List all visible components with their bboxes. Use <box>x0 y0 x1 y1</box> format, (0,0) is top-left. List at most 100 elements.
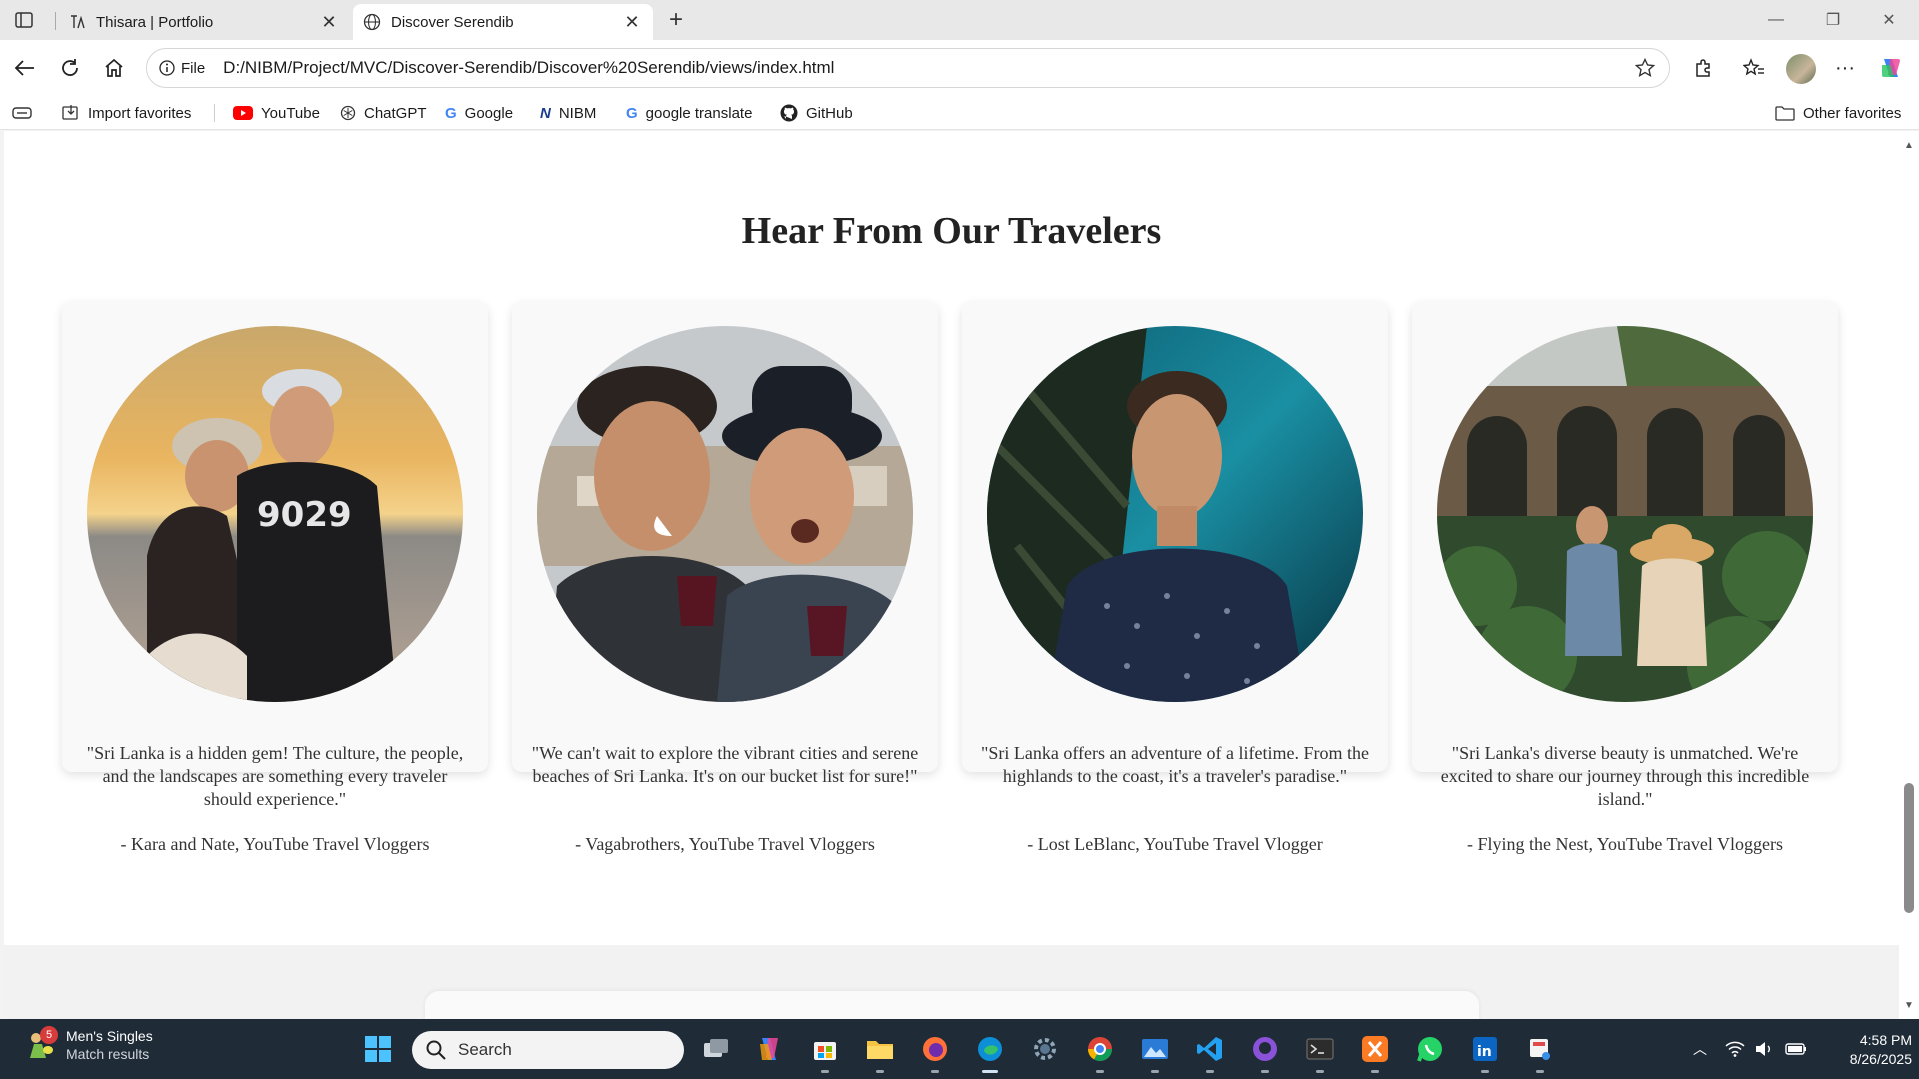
testimonial-card: "We can't wait to explore the vibrant ci… <box>512 302 938 854</box>
terminal-icon[interactable] <box>1302 1031 1338 1073</box>
extensions-icon[interactable] <box>1685 50 1721 86</box>
restore-icon[interactable]: ❐ <box>1808 0 1858 40</box>
minimize-icon[interactable]: — <box>1751 0 1801 40</box>
microsoft-store-icon[interactable] <box>807 1031 843 1073</box>
traveler-photo-kara-nate: 9029 <box>87 326 463 702</box>
testimonial-card: "Sri Lanka offers an adventure of a life… <box>962 302 1388 854</box>
tab-title: Discover Serendib <box>391 13 514 31</box>
taskbar-search[interactable]: Search <box>412 1031 684 1069</box>
testimonial-card: 9029 "Sri Lanka is a hidden gem! The cul… <box>62 302 488 854</box>
tab-discover-serendib[interactable]: Discover Serendib ✕ <box>353 4 653 40</box>
traveler-photo-flying-the-nest <box>1437 326 1813 702</box>
vertical-scrollbar[interactable]: ▲ ▼ <box>1899 131 1919 1019</box>
tab-separator <box>55 12 56 30</box>
xampp-icon[interactable] <box>1357 1031 1393 1073</box>
tennis-player-icon: 5 <box>22 1026 58 1062</box>
chatgpt-icon <box>340 105 356 121</box>
favorite-label: ChatGPT <box>364 104 427 122</box>
file-explorer-icon[interactable] <box>862 1031 898 1073</box>
svg-text:in: in <box>1477 1044 1492 1060</box>
scroll-thumb[interactable] <box>1904 783 1914 913</box>
firefox-icon[interactable] <box>917 1031 953 1073</box>
import-icon <box>62 105 78 120</box>
running-indicator <box>931 1070 939 1073</box>
youtube-icon <box>233 106 253 120</box>
battery-icon[interactable] <box>1785 1042 1807 1056</box>
nibm-icon: N <box>540 104 551 122</box>
windows-taskbar: 5 Men's Singles Match results Search in … <box>0 1019 1919 1079</box>
photos-icon[interactable] <box>1137 1031 1173 1073</box>
show-hidden-icons-chevron-icon[interactable]: ︿ <box>1683 1039 1717 1059</box>
favorite-youtube[interactable]: YouTube <box>233 101 320 125</box>
traveler-photo-lost-leblanc <box>987 326 1363 702</box>
testimonial-author: - Kara and Nate, YouTube Travel Vloggers <box>120 834 430 854</box>
favorite-label: Import favorites <box>88 104 192 122</box>
running-indicator <box>876 1070 884 1073</box>
whatsapp-icon[interactable] <box>1412 1031 1448 1067</box>
scroll-up-arrow-icon[interactable]: ▲ <box>1903 139 1915 151</box>
running-indicator <box>1261 1070 1269 1073</box>
vscode-icon[interactable] <box>1192 1031 1228 1073</box>
copilot-app-icon[interactable] <box>752 1031 788 1067</box>
info-icon <box>159 60 175 76</box>
edge-icon[interactable] <box>972 1031 1008 1073</box>
widget-subtitle: Match results <box>66 1046 150 1062</box>
github-desktop-icon[interactable] <box>1247 1031 1283 1073</box>
copilot-icon[interactable] <box>1873 50 1909 86</box>
wifi-icon[interactable] <box>1725 1041 1745 1057</box>
favorite-nibm[interactable]: N NIBM <box>540 101 596 125</box>
site-info-button[interactable]: File <box>159 60 223 77</box>
profile-avatar[interactable] <box>1786 54 1816 84</box>
snipping-tool-icon[interactable] <box>1522 1031 1558 1073</box>
favorite-star-icon[interactable] <box>1633 56 1657 80</box>
home-icon[interactable] <box>96 50 132 86</box>
close-tab-icon[interactable]: ✕ <box>318 11 340 33</box>
testimonial-author: - Flying the Nest, YouTube Travel Vlogge… <box>1466 834 1784 854</box>
tab-actions-icon[interactable] <box>8 6 40 34</box>
settings-gear-icon[interactable] <box>1027 1031 1063 1067</box>
back-icon[interactable] <box>6 50 42 86</box>
globe-icon <box>363 13 381 31</box>
favorite-google[interactable]: G Google <box>445 101 513 125</box>
close-tab-icon[interactable]: ✕ <box>621 11 643 33</box>
favorite-chatgpt[interactable]: ChatGPT <box>340 101 427 125</box>
favorite-import[interactable]: Import favorites <box>62 101 191 125</box>
volume-icon[interactable] <box>1755 1041 1775 1057</box>
favorite-label: google translate <box>645 104 753 122</box>
testimonial-quote: "We can't wait to explore the vibrant ci… <box>531 743 919 786</box>
running-indicator <box>982 1070 998 1073</box>
github-icon <box>780 104 798 122</box>
chrome-icon[interactable] <box>1082 1031 1118 1073</box>
favorite-label: Google <box>464 104 514 122</box>
google-icon: G <box>445 104 457 122</box>
other-favorites[interactable]: Other favorites <box>1775 101 1901 125</box>
new-tab-button[interactable]: + <box>660 6 692 34</box>
more-menu-icon[interactable]: ··· <box>1827 50 1863 86</box>
windows-start-icon[interactable] <box>360 1031 396 1067</box>
system-clock[interactable]: 4:58 PM 8/26/2025 <box>1820 1031 1912 1069</box>
widget-title: Men's Singles <box>66 1028 153 1044</box>
refresh-icon[interactable] <box>52 50 88 86</box>
scroll-down-arrow-icon[interactable]: ▼ <box>1903 999 1915 1011</box>
linkedin-icon[interactable]: in <box>1467 1031 1503 1073</box>
favorite-google-translate[interactable]: G google translate <box>626 101 752 125</box>
news-widget[interactable]: 5 Men's Singles Match results <box>22 1026 153 1063</box>
favorite-label: NIBM <box>558 104 597 122</box>
address-bar[interactable]: File D:/NIBM/Project/MVC/Discover-Serend… <box>146 48 1670 88</box>
widget-badge: 5 <box>40 1026 58 1044</box>
close-window-icon[interactable]: ✕ <box>1864 0 1914 40</box>
running-indicator <box>1151 1070 1159 1073</box>
favorite-github[interactable]: GitHub <box>780 101 853 125</box>
folder-icon <box>1775 106 1795 121</box>
page-viewport: Hear From Our Travelers 9029 "Sri Lanka … <box>4 131 1899 1019</box>
url-text[interactable]: D:/NIBM/Project/MVC/Discover-Serendib/Di… <box>223 58 1633 78</box>
svg-text:9029: 9029 <box>257 495 352 535</box>
tab-strip-toggle-icon[interactable] <box>12 101 32 125</box>
browser-toolbar: File D:/NIBM/Project/MVC/Discover-Serend… <box>0 40 1919 96</box>
favorites-icon[interactable] <box>1736 50 1772 86</box>
tab-portfolio[interactable]: Thisara | Portfolio ✕ <box>58 4 350 40</box>
font-glyph-icon <box>68 13 86 31</box>
next-section-card <box>425 991 1479 1019</box>
clock-time: 4:58 PM <box>1859 1032 1912 1048</box>
task-view-icon[interactable] <box>698 1031 734 1067</box>
